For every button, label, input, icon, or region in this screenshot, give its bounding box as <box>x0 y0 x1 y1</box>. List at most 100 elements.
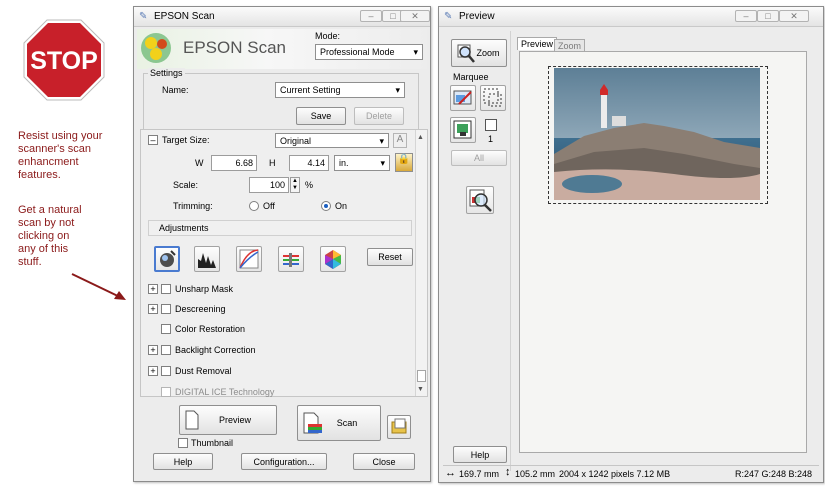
note-line: features. <box>18 169 61 181</box>
zoom-button-label: Zoom <box>476 48 500 58</box>
minimize-button[interactable]: – <box>360 10 382 22</box>
select-all-button[interactable]: All <box>451 150 507 166</box>
note-line: any of this <box>18 243 69 255</box>
scroll-down-arrow-icon[interactable]: ▼ <box>417 386 424 393</box>
target-size-dropdown[interactable]: Original <box>275 133 389 148</box>
file-save-settings-button[interactable] <box>387 415 411 439</box>
preview-close-window-button[interactable]: ✕ <box>779 10 809 22</box>
preview-help-button[interactable]: Help <box>453 446 507 463</box>
expand-dust-removal-icon[interactable]: + <box>148 366 158 376</box>
width-field[interactable]: 6.68 <box>211 155 257 171</box>
marquee-label: Marquee <box>453 72 489 82</box>
height-arrow-icon: ↕ <box>505 466 511 478</box>
expand-unsharp-icon[interactable]: + <box>148 284 158 294</box>
close-window-button[interactable]: ✕ <box>400 10 430 22</box>
pointer-arrow-icon <box>71 273 126 300</box>
backlight-correction-checkbox[interactable] <box>161 345 171 355</box>
delete-button[interactable]: Delete <box>354 107 404 125</box>
preview-canvas[interactable] <box>519 51 807 453</box>
descreening-checkbox[interactable] <box>161 304 171 314</box>
setting-name-dropdown[interactable]: Current Setting <box>275 82 405 98</box>
lock-icon[interactable]: 🔒 <box>395 153 413 172</box>
target-size-value: Original <box>280 136 312 146</box>
setting-name-value: Current Setting <box>280 85 341 95</box>
scale-spinner[interactable]: ▲ ▼ <box>290 177 300 193</box>
scroll-up-arrow-icon[interactable]: ▲ <box>417 134 424 141</box>
scale-field[interactable]: 100 <box>249 177 289 193</box>
unit-value: in. <box>339 158 349 168</box>
scan-button[interactable]: Scan <box>297 405 381 441</box>
trimming-off-radio[interactable] <box>249 201 259 211</box>
histogram-icon[interactable] <box>194 246 220 272</box>
preview-button-label: Preview <box>218 415 251 425</box>
unsharp-mask-checkbox[interactable] <box>161 284 171 294</box>
save-button[interactable]: Save <box>296 107 346 125</box>
backlight-correction-label: Backlight Correction <box>175 345 256 355</box>
pixel-info: 2004 x 1242 pixels 7.12 MB <box>559 469 671 479</box>
vertical-scrollbar[interactable]: ▲ ▼ <box>415 130 427 396</box>
width-label: W <box>195 158 204 168</box>
epson-titlebar: ✎ EPSON Scan – □ ✕ <box>134 7 430 27</box>
duplicate-marquee-icon[interactable] <box>450 117 476 143</box>
height-readout: 105.2 mm <box>515 469 556 479</box>
zoom-preview-icon[interactable] <box>466 186 494 214</box>
height-label: H <box>269 158 276 168</box>
scale-unit: % <box>305 180 314 190</box>
descreening-label: Descreening <box>175 304 226 314</box>
note-line: Get a natural <box>18 204 82 216</box>
banner-title: EPSON Scan <box>183 38 286 57</box>
expand-backlight-icon[interactable]: + <box>148 345 158 355</box>
color-palette-icon[interactable] <box>320 246 346 272</box>
auto-exposure-icon[interactable] <box>154 246 180 272</box>
preview-window: ✎ Preview – □ ✕ Zoom Marquee 1 All Help … <box>438 6 824 483</box>
trimming-off-label: Off <box>263 201 275 211</box>
collapse-target-size-icon[interactable]: – <box>148 135 158 145</box>
thumbnail-label: Thumbnail <box>191 438 234 448</box>
configuration-button[interactable]: Configuration... <box>241 453 327 470</box>
target-size-label: Target Size: <box>162 135 210 145</box>
preview-button[interactable]: Preview <box>179 405 277 435</box>
adjustments-label: Adjustments <box>159 223 209 233</box>
stop-sign-text: STOP <box>30 47 98 75</box>
trimming-label: Trimming: <box>173 201 213 211</box>
close-button[interactable]: Close <box>353 453 415 470</box>
preview-minimize-button[interactable]: – <box>735 10 757 22</box>
scan-button-label: Scan <box>336 418 358 428</box>
lighthouse-photo <box>554 68 760 200</box>
note-line: Resist using your <box>18 130 103 142</box>
trimming-on-label: On <box>335 201 348 211</box>
thumbnail-checkbox[interactable] <box>178 438 188 448</box>
color-balance-icon[interactable] <box>278 246 304 272</box>
settings-group-label: Settings <box>148 68 185 78</box>
tone-curve-icon[interactable] <box>236 246 262 272</box>
auto-locate-marquee-icon[interactable] <box>450 85 476 111</box>
mode-label: Mode: <box>315 31 341 41</box>
width-readout: 169.7 mm <box>459 469 500 479</box>
mode-value: Professional Mode <box>320 47 395 57</box>
dust-removal-checkbox[interactable] <box>161 366 171 376</box>
new-marquee-icon[interactable] <box>480 85 506 111</box>
trimming-on-radio[interactable] <box>321 201 331 211</box>
document-icon <box>185 410 199 430</box>
expand-descreening-icon[interactable]: + <box>148 304 158 314</box>
scale-label: Scale: <box>173 180 199 190</box>
tab-preview[interactable]: Preview <box>517 37 558 50</box>
rgb-readout: R:247 G:248 B:248 <box>735 469 813 479</box>
note-line: scanner's scan <box>18 143 92 155</box>
text-orientation-icon[interactable]: A <box>393 133 407 148</box>
unit-dropdown[interactable]: in. <box>334 155 390 171</box>
stop-sign-icon: STOP <box>23 19 105 101</box>
epson-app-icon: ✎ <box>139 11 148 22</box>
preview-app-icon: ✎ <box>444 11 453 22</box>
mode-dropdown[interactable]: Professional Mode <box>315 44 423 60</box>
help-button[interactable]: Help <box>153 453 213 470</box>
scrollbar-thumb[interactable] <box>417 370 426 382</box>
preview-window-title: Preview <box>459 11 495 22</box>
color-restoration-checkbox[interactable] <box>161 324 171 334</box>
preview-maximize-button[interactable]: □ <box>757 10 779 22</box>
height-field[interactable]: 4.14 <box>289 155 329 171</box>
digital-ice-checkbox[interactable] <box>161 387 171 397</box>
zoom-button[interactable]: Zoom <box>451 39 507 67</box>
adjustments-header: Adjustments <box>148 220 412 236</box>
reset-button[interactable]: Reset <box>367 248 413 266</box>
